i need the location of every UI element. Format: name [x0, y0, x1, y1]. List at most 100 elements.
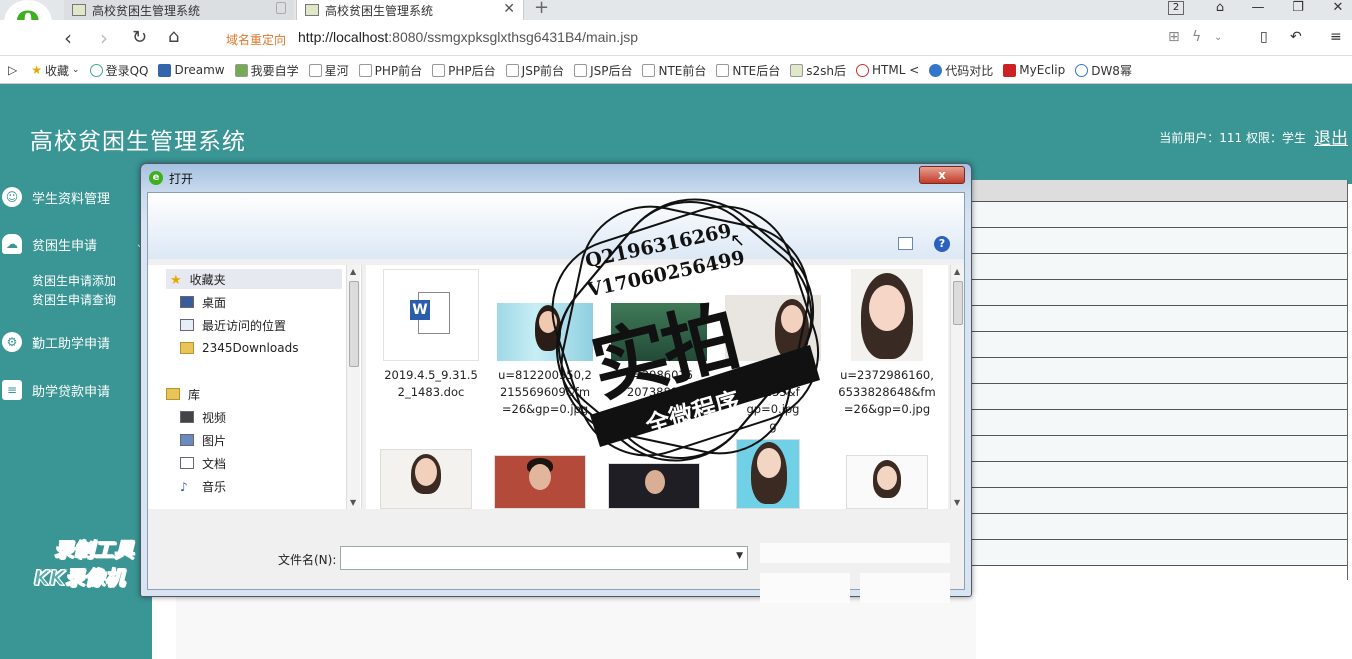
submenu-poverty-query[interactable]: 贫困生申请查询 [32, 291, 116, 308]
file-item-image[interactable]: u=812200350,2 215569609&fm =26&gp=0.jpg [490, 269, 600, 418]
url-input[interactable]: http://localhost:8080/ssmgxpksglxthsg643… [298, 29, 638, 45]
library-icon [166, 388, 180, 400]
screen: 高校贫困生管理系统 高校贫困生管理系统 ✕ + 2 ⌂ — ❐ ✕ e ‹ › … [0, 0, 1352, 659]
dialog-body: ? ★ 收藏夹 桌面 最近访问的位置 2345Downloads 库 视频 图片 … [147, 192, 965, 603]
bookmark-item[interactable]: NTE后台 [716, 62, 780, 79]
star-icon: ★ [31, 63, 42, 77]
bookmark-item[interactable]: 我要自学 [234, 62, 299, 79]
image-thumbnail[interactable] [846, 455, 928, 509]
menu-label: 助学贷款申请 [32, 384, 111, 400]
sidebar-item-work-study[interactable]: ⚙ 勤工助学申请 [0, 329, 152, 355]
bookmark-item[interactable]: Dreamw [158, 63, 225, 77]
close-window-button[interactable]: ✕ [1324, 0, 1352, 18]
browser-tab-active[interactable]: 高校贫困生管理系统 ✕ [296, 0, 524, 20]
bookmark-item[interactable]: 星河 [308, 62, 349, 79]
bookmark-item[interactable]: PHP前台 [358, 62, 422, 79]
bookmark-item[interactable]: DW8幂 [1075, 62, 1132, 79]
nav-documents[interactable]: 文档 [180, 453, 226, 473]
table-row [971, 488, 1347, 514]
bookmark-item[interactable]: 登录QQ [89, 62, 148, 79]
nav-desktop[interactable]: 桌面 [180, 292, 226, 312]
nav-music[interactable]: ♪ 音乐 [180, 476, 226, 496]
nav-recent[interactable]: 最近访问的位置 [180, 315, 286, 335]
nav-scrollbar[interactable]: ▲ ▼ [346, 265, 360, 509]
menu-icon[interactable]: ≡ [1330, 29, 1342, 45]
html-icon [856, 63, 869, 77]
pin-icon[interactable]: ⌂ [1206, 0, 1234, 18]
bookmark-favorites[interactable]: ★ 收藏 ⌄ [31, 62, 79, 79]
table-row [971, 384, 1347, 410]
stack-icon: ≡ [2, 380, 22, 400]
table-row [971, 540, 1347, 566]
logout-link[interactable]: 退出 [1314, 124, 1348, 149]
file-item-image[interactable]: u=1789485170, 1 2233&f gp=0.jpg g [718, 269, 828, 435]
nav-videos[interactable]: 视频 [180, 407, 226, 427]
image-thumbnail[interactable] [494, 455, 586, 509]
open-button[interactable] [760, 573, 850, 603]
sidebar-item-poverty-apply[interactable]: ☁ 贫困生申请 ⌄ [0, 231, 152, 257]
myeclipse-icon [1003, 63, 1017, 77]
help-icon[interactable]: ? [934, 236, 950, 252]
tab-label: 高校贫困生管理系统 [325, 3, 434, 18]
file-item-doc[interactable]: W 2019.4.5_9.31.5 2_1483.doc [376, 269, 486, 401]
bookmark-item[interactable]: HTML < [856, 63, 919, 77]
nav-pictures[interactable]: 图片 [180, 430, 226, 450]
preview-pane-icon[interactable] [898, 237, 913, 250]
sidebar-item-student-profile[interactable]: ☺ 学生资料管理 › [0, 184, 152, 210]
user-icon: ☺ [2, 187, 22, 207]
lightning-icon[interactable]: ϟ [1192, 29, 1201, 45]
image-thumbnail[interactable] [608, 463, 700, 509]
file-list-scrollbar[interactable]: ▲ ▼ [950, 265, 964, 509]
chevron-down-icon[interactable]: ⌄ [1214, 32, 1222, 43]
dropdown-arrow-icon[interactable]: ▼ [736, 551, 743, 561]
minimize-button[interactable]: — [1244, 0, 1272, 18]
image-thumbnail[interactable] [736, 439, 800, 509]
page-icon [308, 63, 322, 77]
home-icon[interactable]: ⌂ [168, 26, 179, 47]
bookmark-item[interactable]: PHP后台 [432, 62, 496, 79]
menu-label: 勤工助学申请 [32, 336, 111, 352]
nav-library[interactable]: 库 [166, 384, 200, 404]
table-row [971, 514, 1347, 540]
table-row [971, 436, 1347, 462]
recorder-watermark: KK录像机 [34, 566, 126, 591]
bookmark-item[interactable]: s2sh后 [790, 62, 846, 79]
sidebar-item-student-loan[interactable]: ≡ 助学贷款申请 [0, 377, 152, 403]
submenu-poverty-add[interactable]: 贫困生申请添加 [32, 272, 116, 289]
image-icon [790, 63, 804, 77]
redirect-label: 域名重定向 [226, 33, 287, 47]
grid-icon[interactable]: ⊞ [1168, 29, 1180, 45]
file-item-image[interactable]: u=2372986160, 6533828648&fm =26&gp=0.jpg [832, 269, 942, 418]
folder-icon [180, 342, 194, 354]
undo-icon[interactable]: ↶ [1290, 29, 1302, 45]
dialog-close-button[interactable]: x [919, 166, 965, 184]
refresh-icon[interactable]: ↻ [132, 27, 147, 48]
file-item-image[interactable]: u=2986015 2073888&f m=26& [604, 269, 714, 418]
bookmark-icon [158, 63, 172, 77]
data-table [970, 180, 1348, 580]
nav-downloads[interactable]: 2345Downloads [180, 338, 298, 358]
page-icon [716, 63, 730, 77]
reader-icon[interactable]: ▯ [1260, 29, 1268, 45]
forward-icon[interactable]: › [100, 26, 108, 50]
close-tab-icon[interactable]: ✕ [503, 1, 515, 17]
bookmark-item[interactable]: MyEclip [1003, 63, 1065, 77]
cancel-button[interactable] [860, 573, 950, 603]
browser-tab[interactable]: 高校贫困生管理系统 [64, 0, 294, 20]
nav-favorites[interactable]: ★ 收藏夹 [166, 269, 342, 289]
bookmark-item[interactable]: 代码对比 [929, 62, 993, 79]
image-thumbnail[interactable] [380, 449, 472, 509]
bookmark-item[interactable]: JSP前台 [505, 62, 564, 79]
restore-button[interactable]: ❐ [1284, 0, 1312, 18]
file-type-filter[interactable] [760, 543, 950, 563]
gear-icon: ⚙ [2, 332, 22, 352]
bookmark-item[interactable]: NTE前台 [642, 62, 706, 79]
new-tab-button[interactable]: + [534, 0, 549, 18]
tab-count-badge[interactable]: 2 [1168, 1, 1184, 15]
sidebar-toggle-icon[interactable]: ▷ [8, 63, 17, 77]
filename-input[interactable]: ▼ [340, 546, 748, 570]
back-icon[interactable]: ‹ [64, 26, 72, 50]
picture-icon [180, 434, 194, 446]
bookmark-item[interactable]: JSP后台 [574, 62, 632, 79]
page-favicon-icon [72, 4, 86, 16]
